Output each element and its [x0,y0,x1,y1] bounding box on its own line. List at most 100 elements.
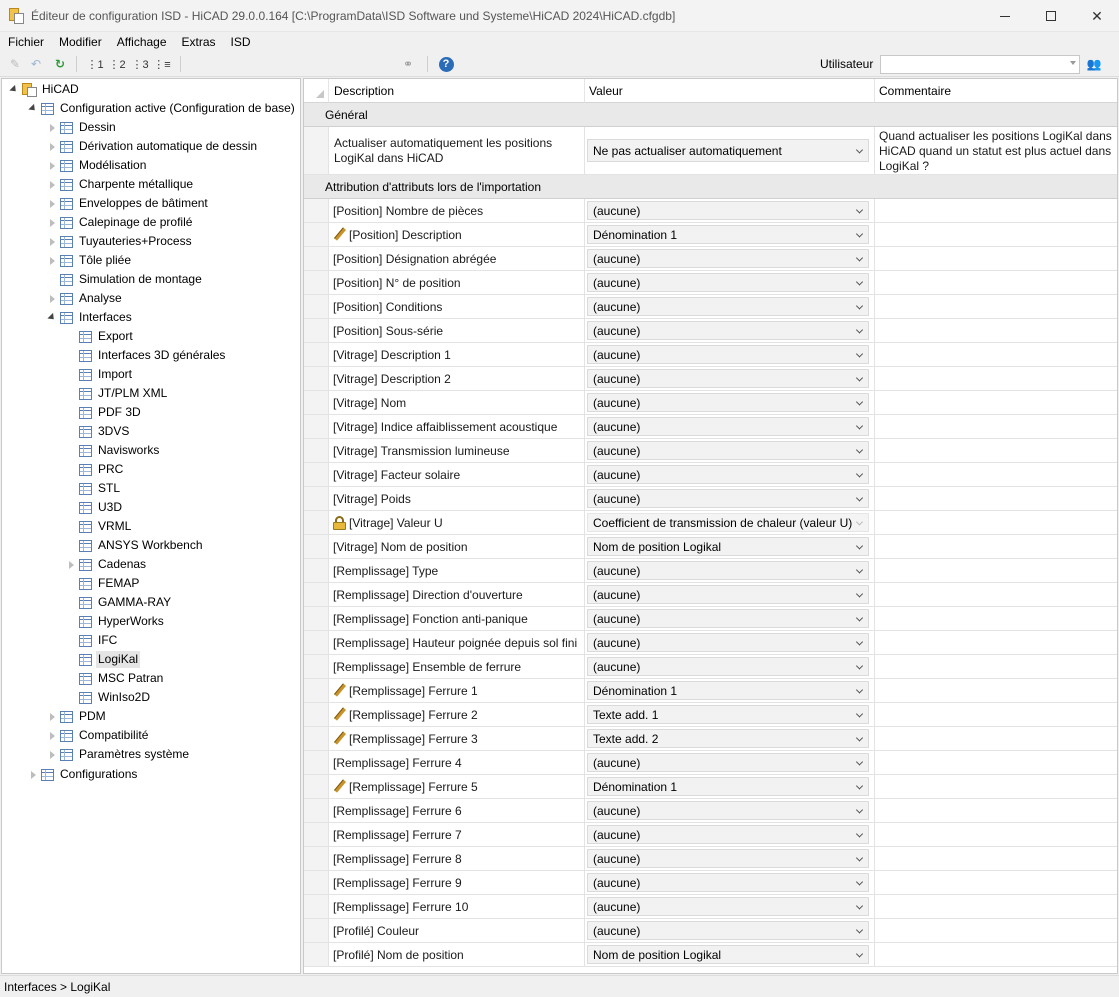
value-dropdown[interactable]: (aucune) [587,609,869,628]
tree-node-level1[interactable]: Paramètres système [47,745,191,764]
expander[interactable] [47,218,57,228]
close-button[interactable]: ✕ [1074,0,1119,32]
value-dropdown[interactable]: Ne pas actualiser automatiquement [587,139,869,162]
section-import[interactable]: Attribution d'attributs lors de l'import… [304,175,1117,199]
tree-node-interface[interactable]: LogiKal [66,650,141,669]
find-button[interactable]: ⚭ [399,55,417,73]
tree-node-interface[interactable]: ANSYS Workbench [66,536,205,555]
expand-all-button[interactable]: ⋮≡ [153,55,171,73]
value-dropdown[interactable]: (aucune) [587,321,869,340]
column-header-value[interactable]: Valeur [585,79,875,103]
tree-node-configurations[interactable]: Configurations [28,765,139,784]
expander[interactable] [47,256,57,266]
tree-node-level1[interactable]: Enveloppes de bâtiment [47,194,210,213]
value-dropdown[interactable]: (aucune) [587,465,869,484]
tree-node-hicad[interactable]: HiCAD [9,80,81,99]
tree-node-interface[interactable]: HyperWorks [66,612,166,631]
value-dropdown[interactable]: (aucune) [587,489,869,508]
value-dropdown[interactable]: (aucune) [587,561,869,580]
tree-node-level1[interactable]: Calepinage de profilé [47,213,194,232]
tree-node-interface[interactable]: Navisworks [66,441,161,460]
tree-node-interface[interactable]: Export [66,327,135,346]
value-dropdown[interactable]: (aucune) [587,249,869,268]
undo-button[interactable]: ↶ [27,55,45,73]
tree-node-level1[interactable]: Dérivation automatique de dessin [47,137,259,156]
value-dropdown[interactable]: (aucune) [587,897,869,916]
expander[interactable] [47,750,57,760]
tree-node-interface[interactable]: PRC [66,460,125,479]
user-select[interactable] [880,55,1080,74]
menu-extras[interactable]: Extras [174,33,223,51]
expander[interactable] [47,294,57,304]
tree-node-level1[interactable]: Modélisation [47,156,148,175]
value-dropdown[interactable]: (aucune) [587,417,869,436]
value-dropdown[interactable]: Texte add. 2 [587,729,869,748]
expander[interactable] [47,123,57,133]
expander[interactable] [47,312,57,323]
tree-node-interface[interactable]: WinIso2D [66,688,152,707]
value-dropdown[interactable]: Coefficient de transmission de chaleur (… [587,513,869,532]
tree-node-interface[interactable]: MSC Patran [66,669,165,688]
edit-button[interactable]: ✎ [6,55,24,73]
tree-node-level1[interactable]: Compatibilité [47,726,150,745]
tree-node-level1[interactable]: PDM [47,707,108,726]
value-dropdown[interactable]: (aucune) [587,369,869,388]
level-1-button[interactable]: ⋮1 [86,55,104,73]
tree-node-interface[interactable]: U3D [66,498,124,517]
expander[interactable] [47,731,57,741]
section-general[interactable]: Général [304,103,1117,127]
tree-node-active-config[interactable]: Configuration active (Configuration de b… [28,99,297,118]
expander[interactable] [28,770,38,780]
value-dropdown[interactable]: Dénomination 1 [587,681,869,700]
expander[interactable] [28,103,38,114]
value-dropdown[interactable]: (aucune) [587,297,869,316]
tree-node-interface[interactable]: Cadenas [66,555,148,574]
tree-node-interface[interactable]: Import [66,365,134,384]
tree-node-level1[interactable]: Analyse [47,289,124,308]
value-dropdown[interactable]: (aucune) [587,585,869,604]
value-dropdown[interactable]: (aucune) [587,633,869,652]
tree-node-interface[interactable]: STL [66,479,122,498]
tree-node-level1[interactable]: Tuyauteries+Process [47,232,194,251]
menu-affichage[interactable]: Affichage [109,33,174,51]
expander[interactable] [47,180,57,190]
minimize-button[interactable] [982,0,1028,32]
expander[interactable] [47,142,57,152]
expander[interactable] [47,161,57,171]
value-dropdown[interactable]: (aucune) [587,873,869,892]
column-header-comment[interactable]: Commentaire [875,79,1117,103]
menu-modifier[interactable]: Modifier [51,33,109,51]
maximize-button[interactable] [1028,0,1074,32]
grid-corner[interactable] [304,79,329,103]
value-dropdown[interactable]: Dénomination 1 [587,225,869,244]
menu-isd[interactable]: ISD [223,33,258,51]
help-button[interactable]: ? [437,55,455,73]
value-dropdown[interactable]: Dénomination 1 [587,777,869,796]
tree-node-interface[interactable]: IFC [66,631,119,650]
value-dropdown[interactable]: (aucune) [587,393,869,412]
value-dropdown[interactable]: (aucune) [587,441,869,460]
tree-node-interface[interactable]: FEMAP [66,574,141,593]
value-dropdown[interactable]: (aucune) [587,825,869,844]
refresh-button[interactable]: ↻ [51,55,69,73]
expander[interactable] [47,199,57,209]
tree-node-level1[interactable]: Interfaces [47,308,134,327]
value-dropdown[interactable]: (aucune) [587,273,869,292]
level-3-button[interactable]: ⋮3 [131,55,149,73]
tree-node-level1[interactable]: Simulation de montage [47,270,204,289]
tree-node-interface[interactable]: Interfaces 3D générales [66,346,227,365]
tree-node-interface[interactable]: GAMMA-RAY [66,593,173,612]
value-dropdown[interactable]: (aucune) [587,921,869,940]
value-dropdown[interactable]: Texte add. 1 [587,705,869,724]
tree-node-interface[interactable]: JT/PLM XML [66,384,169,403]
expander[interactable] [47,237,57,247]
value-dropdown[interactable]: (aucune) [587,345,869,364]
value-dropdown[interactable]: (aucune) [587,657,869,676]
users-button[interactable]: 👥 [1085,55,1103,73]
expander[interactable] [47,712,57,722]
menu-fichier[interactable]: Fichier [0,33,51,51]
tree-node-level1[interactable]: Dessin [47,118,118,137]
value-dropdown[interactable]: Nom de position Logikal [587,945,869,964]
expander[interactable] [9,84,19,95]
value-dropdown[interactable]: (aucune) [587,753,869,772]
